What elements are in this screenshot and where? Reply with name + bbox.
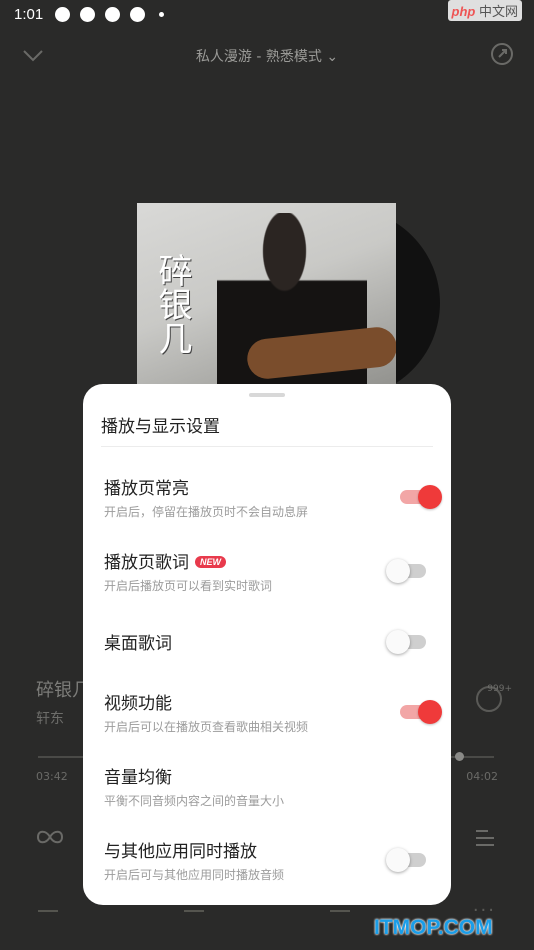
video-toggle[interactable] [400, 700, 442, 724]
sheet-title: 播放与显示设置 [101, 417, 220, 437]
setting-desc: 开启后，停留在播放页时不会自动息屏 [104, 505, 309, 519]
setting-desc: 开启后可以在播放页查看歌曲相关视频 [104, 720, 309, 734]
header-title[interactable]: 私人漫游 - 熟悉模式 ⌄ [0, 46, 534, 66]
netease-icon [55, 6, 71, 22]
toggle-knob [418, 485, 442, 509]
mix-playback-toggle[interactable] [386, 848, 426, 872]
setting-desc: 平衡不同音频内容之间的音量大小 [104, 794, 285, 808]
comment-count: 999+ [487, 684, 512, 694]
toggle-knob [386, 559, 410, 583]
settings-sheet: 播放与显示设置 播放页常亮 开启后，停留在播放页时不会自动息屏 播放页歌词 NEW… [83, 384, 451, 905]
watermark-logo: php 中文网 [447, 0, 522, 21]
setting-label: 与其他应用同时播放 [104, 842, 257, 862]
setting-desc: 开启后播放页可以看到实时歌词 [104, 579, 273, 593]
notification-icon [105, 6, 121, 22]
setting-label: 桌面歌词 [104, 634, 172, 654]
setting-label: 播放页歌词 NEW [104, 548, 226, 573]
desktop-lyrics-toggle[interactable] [386, 630, 426, 654]
progress-knob[interactable] [455, 752, 464, 761]
player-lyrics-toggle[interactable] [386, 559, 426, 583]
notification-icon [130, 6, 146, 22]
new-badge: NEW [195, 556, 226, 568]
notification-icon [80, 6, 96, 22]
keep-screen-on-toggle[interactable] [400, 485, 442, 509]
equalizer-icon[interactable] [38, 894, 58, 912]
time-current: 03:42 [36, 770, 68, 783]
sheet-drag-handle[interactable] [249, 393, 285, 397]
album-cover[interactable]: 碎银几 [137, 203, 396, 393]
player-header: 私人漫游 - 熟悉模式 ⌄ [0, 40, 534, 74]
brand-watermark: ITMOP.COM [374, 916, 493, 939]
toggle-knob [418, 700, 442, 724]
setting-label: 视频功能 [104, 694, 172, 714]
more-notifications-dot [159, 11, 165, 17]
toggle-knob [386, 630, 410, 654]
share-icon[interactable] [490, 42, 514, 66]
artist-name[interactable]: 轩东 [36, 708, 64, 728]
toggle-knob [386, 848, 410, 872]
song-title: 碎银几 [36, 680, 90, 701]
setting-desc: 开启后可与其他应用同时播放音频 [104, 868, 285, 882]
setting-label: 音量均衡 [104, 768, 172, 788]
cover-text: 碎银几 [152, 253, 192, 355]
playlist-icon[interactable] [474, 828, 496, 848]
time-total: 04:02 [466, 770, 498, 783]
divider [101, 446, 433, 447]
loop-icon[interactable] [36, 828, 64, 846]
setting-label: 播放页常亮 [104, 479, 189, 499]
status-time: 1:01 [14, 5, 44, 23]
